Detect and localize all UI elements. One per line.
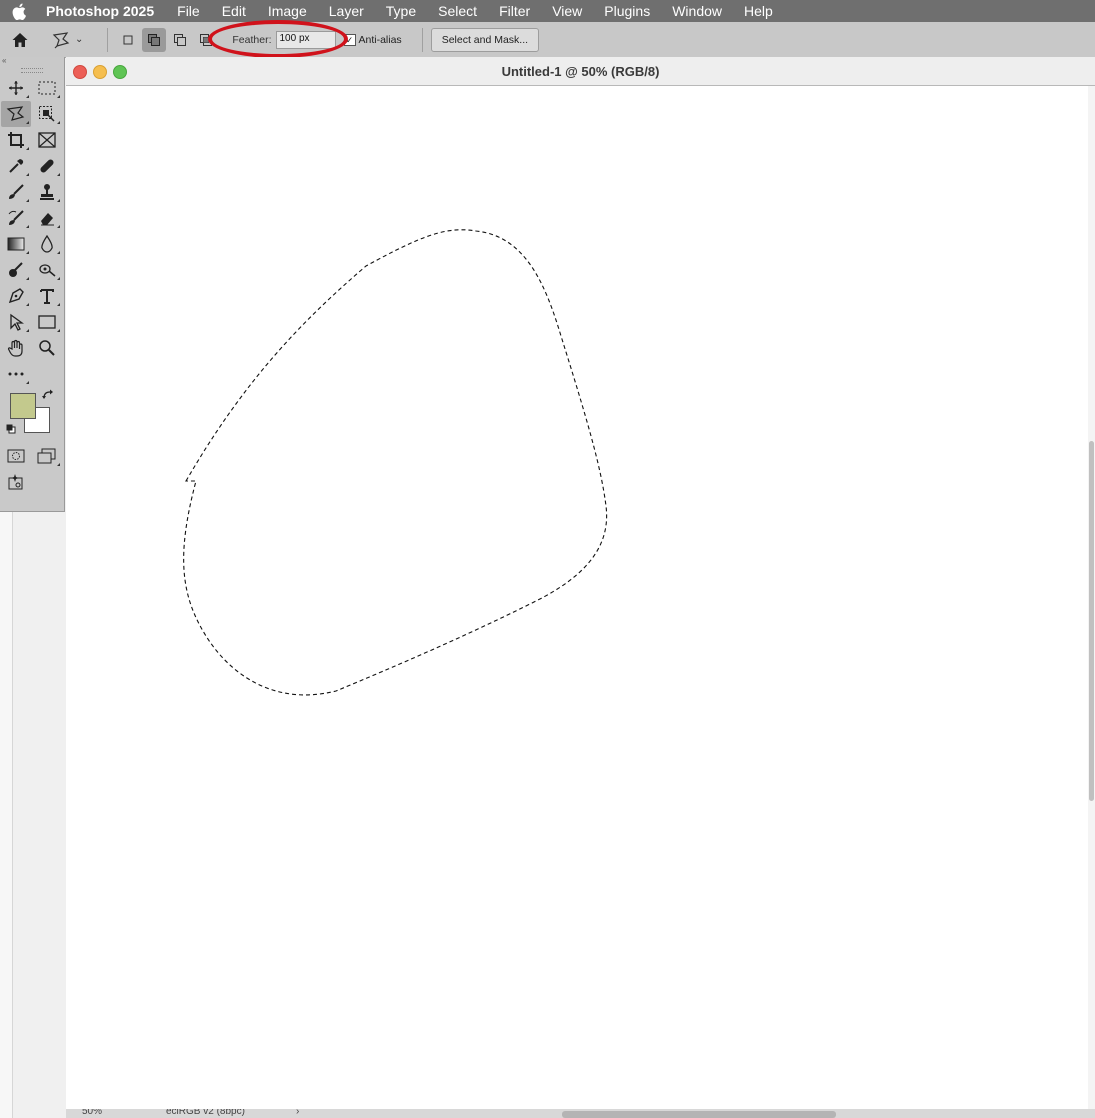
anti-alias-checkbox[interactable]: ✓ (343, 33, 356, 46)
hand-tool-icon[interactable] (1, 335, 31, 361)
apple-icon[interactable] (10, 2, 28, 20)
more-tools-icon[interactable] (1, 361, 31, 387)
menu-bar: Photoshop 2025 File Edit Image Layer Typ… (0, 0, 1095, 22)
clone-stamp-tool-icon[interactable] (32, 179, 62, 205)
select-and-mask-button[interactable]: Select and Mask... (430, 27, 540, 52)
path-selection-tool-icon[interactable] (1, 309, 31, 335)
collapse-toolbar-icon[interactable]: « (0, 57, 64, 65)
quick-mask-icon[interactable] (1, 443, 31, 469)
menu-help[interactable]: Help (733, 3, 784, 19)
menu-edit[interactable]: Edit (211, 3, 257, 19)
menu-layer[interactable]: Layer (318, 3, 375, 19)
vertical-scrollbar[interactable] (1088, 86, 1095, 1110)
foreground-color-swatch[interactable] (10, 393, 36, 419)
lasso-tool-preset-icon[interactable] (51, 31, 71, 49)
minimize-window-button[interactable] (93, 65, 107, 79)
dodge-tool-icon[interactable] (32, 257, 62, 283)
eyedropper-tool-icon[interactable] (1, 153, 31, 179)
document-title-bar[interactable]: Untitled-1 @ 50% (RGB/8) (66, 57, 1095, 86)
paint-bucket-tool-icon[interactable] (1, 257, 31, 283)
close-window-button[interactable] (73, 65, 87, 79)
panel-dock-strip (0, 512, 13, 1118)
tool-preset-chevron-icon[interactable]: ⌄ (75, 34, 83, 45)
object-selection-tool-icon[interactable] (32, 101, 62, 127)
move-tool-icon[interactable] (1, 75, 31, 101)
status-bar: 50% eciRGB v2 (8bpc) › (66, 1109, 1095, 1118)
app-menu[interactable]: Photoshop 2025 (38, 3, 166, 19)
menu-file[interactable]: File (166, 3, 211, 19)
zoom-tool-icon[interactable] (32, 335, 62, 361)
status-menu-arrow[interactable]: › (296, 1109, 299, 1117)
separator (107, 27, 109, 52)
blur-tool-icon[interactable] (32, 231, 62, 257)
separator (421, 27, 423, 52)
zoom-window-button[interactable] (113, 65, 127, 79)
lasso-tool-icon[interactable] (1, 101, 31, 127)
document-window: Untitled-1 @ 50% (RGB/8) 50% eciRGB v2 (… (66, 57, 1095, 1118)
menu-select[interactable]: Select (427, 3, 488, 19)
history-brush-tool-icon[interactable] (1, 205, 31, 231)
rectangle-tool-icon[interactable] (32, 309, 62, 335)
horizontal-scrollbar-thumb[interactable] (562, 1111, 836, 1118)
document-title: Untitled-1 @ 50% (RGB/8) (501, 63, 660, 79)
lasso-selection-marquee (183, 229, 608, 696)
rectangular-marquee-tool-icon[interactable] (32, 75, 62, 101)
menu-image[interactable]: Image (257, 3, 318, 19)
anti-alias-label: Anti-alias (358, 33, 402, 46)
default-colors-icon[interactable] (6, 421, 16, 434)
add-to-selection-button[interactable] (142, 27, 167, 52)
swap-colors-icon[interactable] (42, 389, 54, 404)
healing-brush-tool-icon[interactable] (32, 153, 62, 179)
vertical-scrollbar-thumb[interactable] (1089, 441, 1094, 801)
feather-input[interactable]: 100 px (275, 30, 336, 49)
type-tool-icon[interactable] (32, 283, 62, 309)
tools-panel: « (0, 57, 65, 512)
intersect-selection-button[interactable] (194, 28, 218, 52)
eraser-tool-icon[interactable] (32, 205, 62, 231)
crop-tool-icon[interactable] (1, 127, 31, 153)
generative-fill-icon[interactable] (1, 469, 31, 495)
gradient-tool-icon[interactable] (1, 231, 31, 257)
subtract-from-selection-button[interactable] (168, 28, 192, 52)
feather-label: Feather: (232, 33, 272, 46)
menu-plugins[interactable]: Plugins (593, 3, 661, 19)
toolbar-grip[interactable] (0, 65, 64, 75)
document-profile: eciRGB v2 (8bpc) (166, 1109, 245, 1117)
options-bar: ⌄ Feather: 100 px ✓ Anti-alias Select an… (0, 22, 1095, 58)
zoom-level[interactable]: 50% (82, 1109, 102, 1117)
brush-tool-icon[interactable] (1, 179, 31, 205)
frame-tool-icon[interactable] (32, 127, 62, 153)
home-icon[interactable] (11, 31, 29, 49)
pen-tool-icon[interactable] (1, 283, 31, 309)
menu-window[interactable]: Window (661, 3, 733, 19)
menu-type[interactable]: Type (375, 3, 427, 19)
menu-view[interactable]: View (541, 3, 593, 19)
canvas[interactable] (66, 86, 1088, 1110)
new-selection-button[interactable] (116, 28, 140, 52)
screen-mode-icon[interactable] (32, 443, 62, 469)
menu-filter[interactable]: Filter (488, 3, 541, 19)
color-swatches (0, 387, 64, 443)
